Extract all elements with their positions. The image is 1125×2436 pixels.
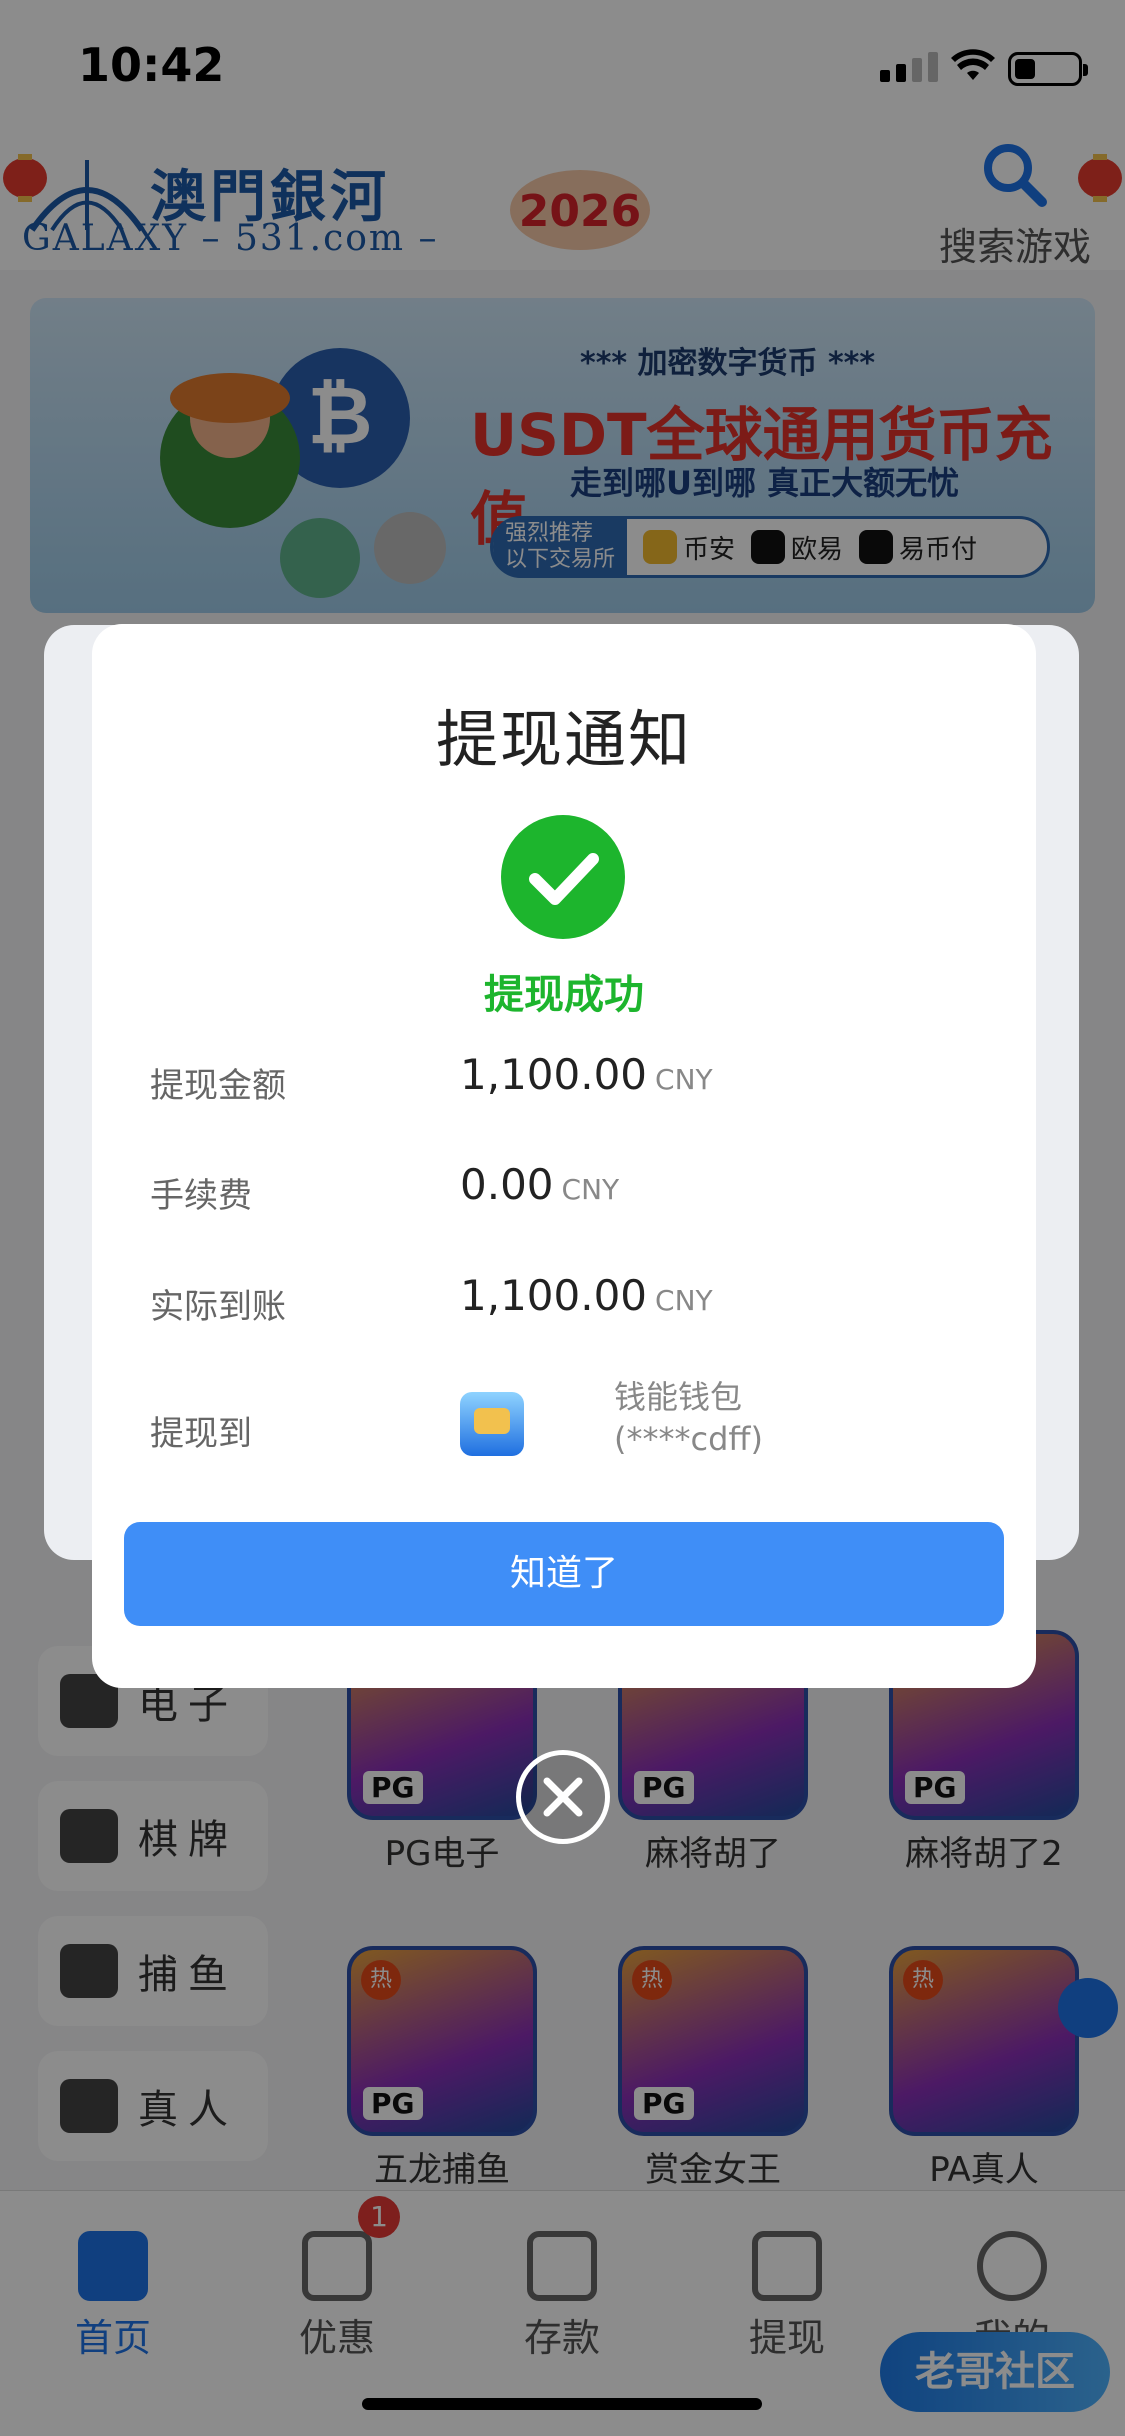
detail-row-destination: 提现到 钱能钱包 (****cdff) (150, 1378, 980, 1458)
row-label: 实际到账 (150, 1287, 286, 1327)
wallet-account: (****cdff) (614, 1420, 763, 1458)
row-value: 0.00 CNY (460, 1160, 620, 1209)
wallet-app-icon (460, 1392, 524, 1456)
row-value: 1,100.00 CNY (460, 1050, 713, 1099)
close-dialog-button[interactable] (516, 1750, 610, 1844)
row-label: 提现到 (150, 1414, 252, 1454)
row-label: 手续费 (150, 1176, 252, 1216)
close-icon (543, 1777, 583, 1817)
success-check-icon (501, 815, 625, 939)
status-text: 提现成功 (484, 972, 644, 1018)
detail-row-fee: 手续费 0.00 CNY (150, 1160, 980, 1220)
withdraw-notice-dialog: 提现通知 提现成功 提现金额 1,100.00 CNY 手续费 0.00 CNY 实… (92, 624, 1036, 1688)
detail-row-amount: 提现金额 1,100.00 CNY (150, 1050, 980, 1110)
acknowledge-button[interactable]: 知道了 (124, 1522, 1004, 1626)
dialog-title: 提现通知 (435, 703, 692, 776)
detail-row-received: 实际到账 1,100.00 CNY (150, 1271, 980, 1331)
wallet-info: 钱能钱包 (****cdff) (614, 1376, 763, 1460)
wallet-name: 钱能钱包 (614, 1378, 743, 1416)
row-label: 提现金额 (150, 1066, 286, 1106)
row-value: 1,100.00 CNY (460, 1271, 713, 1320)
